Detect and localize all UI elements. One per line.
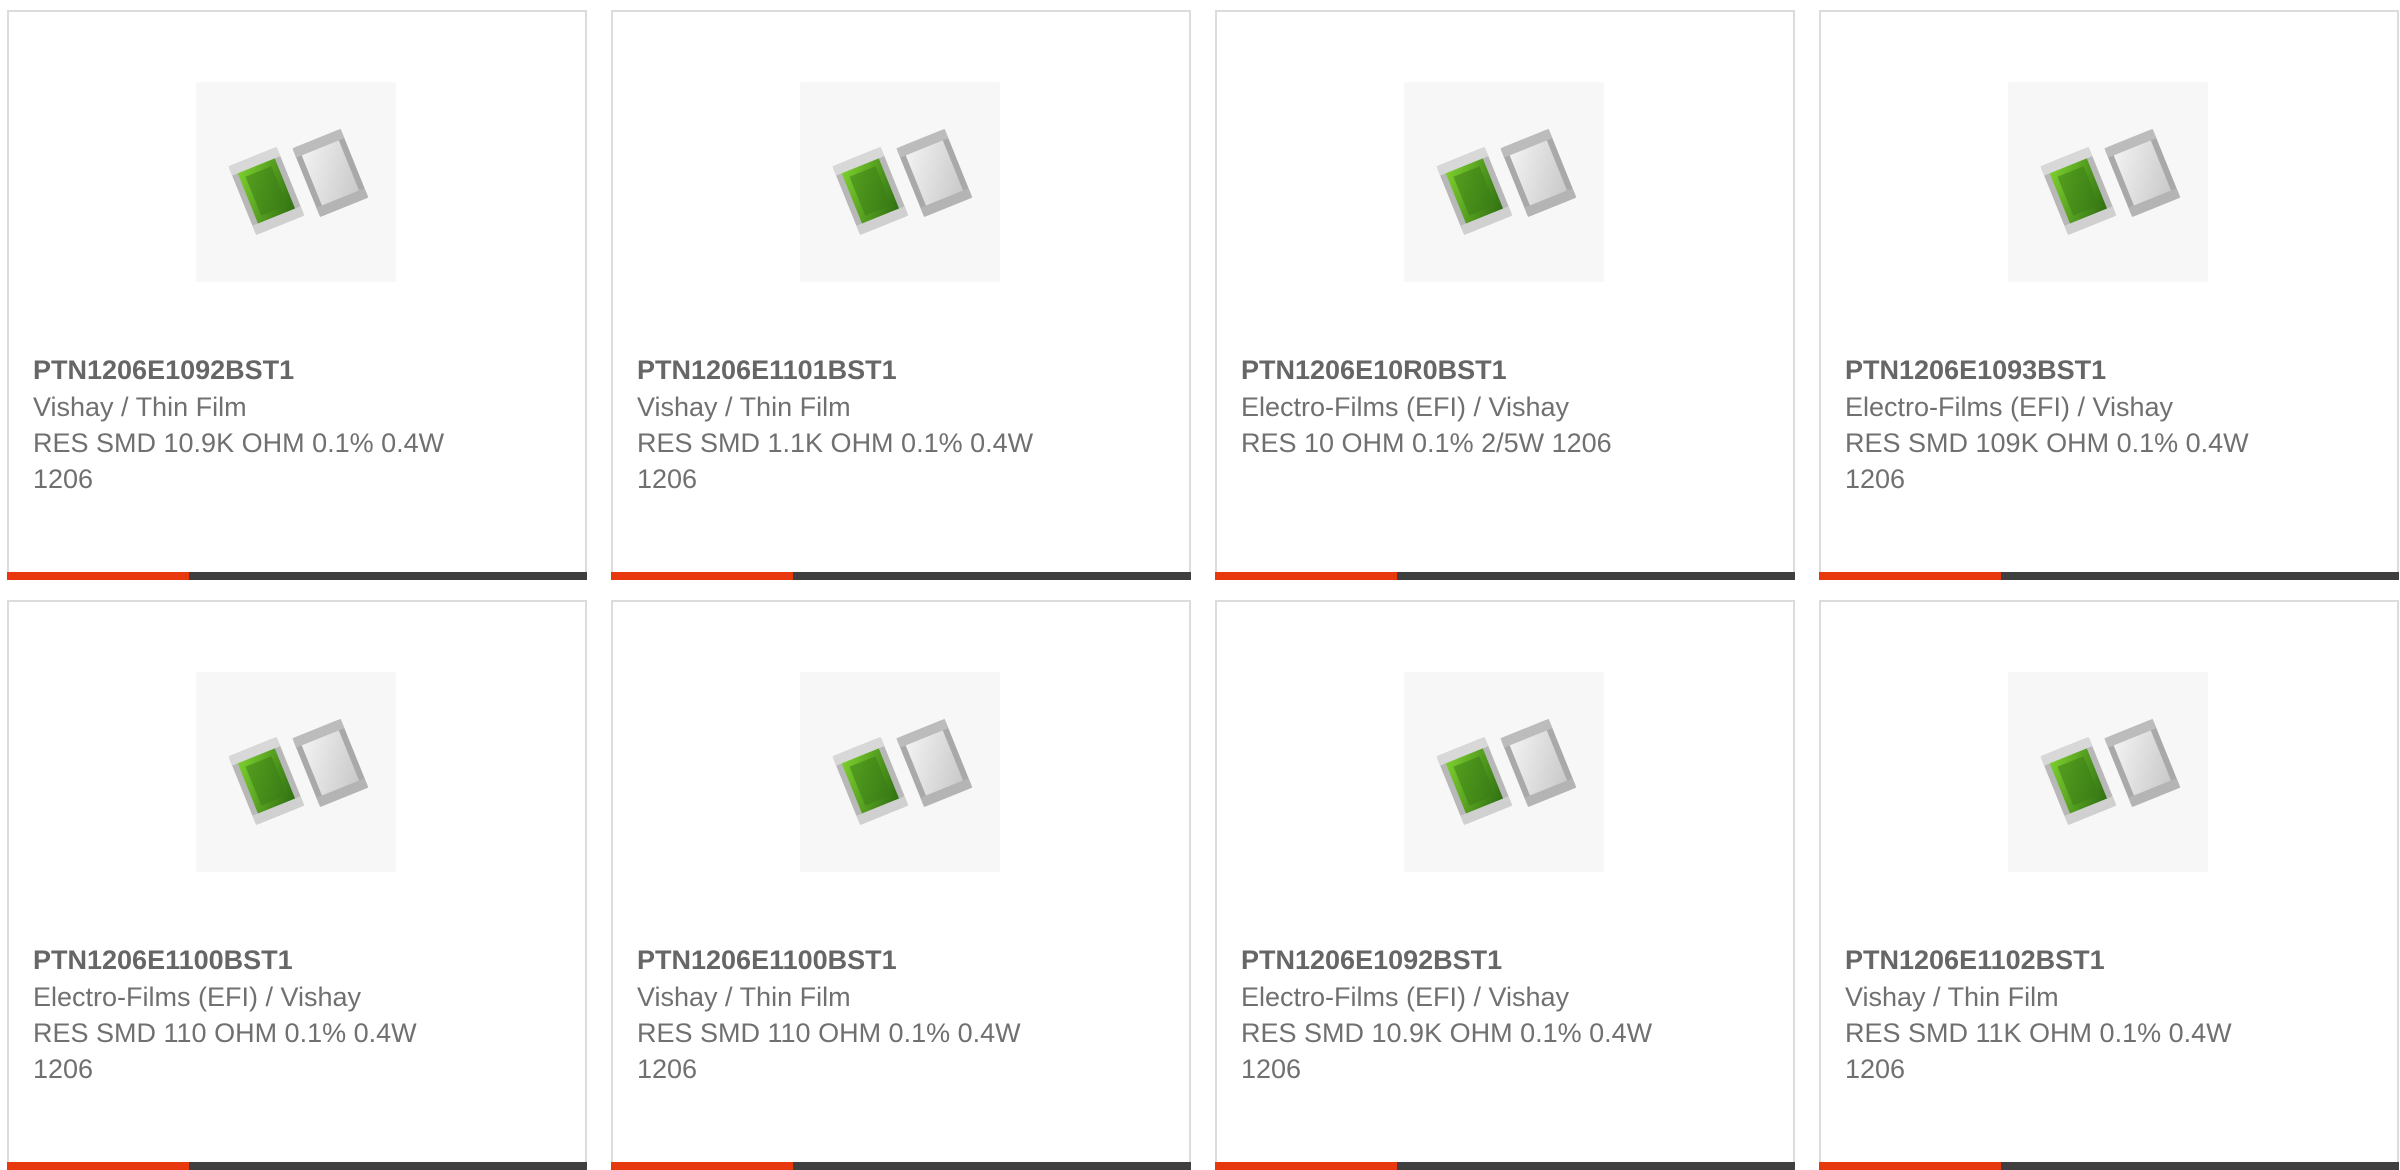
card-footer-accent bbox=[7, 1162, 189, 1170]
smd-resistor-image[interactable] bbox=[2008, 82, 2208, 282]
product-card[interactable]: PTN1206E10R0BST1 Electro-Films (EFI) / V… bbox=[1215, 10, 1795, 580]
product-description: RES SMD 109K OHM 0.1% 0.4W 1206 bbox=[1845, 428, 2249, 494]
card-footer-accent bbox=[7, 572, 189, 580]
part-number[interactable]: PTN1206E1101BST1 bbox=[637, 352, 1077, 388]
manufacturer: Vishay / Thin Film bbox=[1845, 982, 2059, 1012]
product-info: PTN1206E1100BST1 Vishay / Thin Film RES … bbox=[637, 942, 1077, 1087]
product-card[interactable]: PTN1206E1100BST1 Electro-Films (EFI) / V… bbox=[7, 600, 587, 1170]
product-description: RES SMD 10.9K OHM 0.1% 0.4W 1206 bbox=[1241, 1018, 1653, 1084]
part-number[interactable]: PTN1206E1092BST1 bbox=[33, 352, 473, 388]
manufacturer: Vishay / Thin Film bbox=[637, 982, 851, 1012]
part-number[interactable]: PTN1206E1093BST1 bbox=[1845, 352, 2285, 388]
product-card[interactable]: PTN1206E1092BST1 Vishay / Thin Film RES … bbox=[7, 10, 587, 580]
card-footer-accent bbox=[1215, 1162, 1397, 1170]
manufacturer: Electro-Films (EFI) / Vishay bbox=[1845, 392, 2174, 422]
product-info: PTN1206E1092BST1 Electro-Films (EFI) / V… bbox=[1241, 942, 1681, 1087]
product-info: PTN1206E1102BST1 Vishay / Thin Film RES … bbox=[1845, 942, 2285, 1087]
product-description: RES 10 OHM 0.1% 2/5W 1206 bbox=[1241, 428, 1612, 458]
card-footer-bar bbox=[1819, 572, 2399, 580]
card-footer-accent bbox=[1819, 1162, 2001, 1170]
product-info: PTN1206E1092BST1 Vishay / Thin Film RES … bbox=[33, 352, 473, 497]
product-info: PTN1206E1100BST1 Electro-Films (EFI) / V… bbox=[33, 942, 473, 1087]
product-card[interactable]: PTN1206E1100BST1 Vishay / Thin Film RES … bbox=[611, 600, 1191, 1170]
product-description: RES SMD 10.9K OHM 0.1% 0.4W 1206 bbox=[33, 428, 445, 494]
smd-resistor-image[interactable] bbox=[196, 672, 396, 872]
manufacturer: Electro-Films (EFI) / Vishay bbox=[1241, 392, 1570, 422]
card-footer-bar bbox=[7, 572, 587, 580]
manufacturer: Vishay / Thin Film bbox=[637, 392, 851, 422]
product-info: PTN1206E1101BST1 Vishay / Thin Film RES … bbox=[637, 352, 1077, 497]
card-footer-bar bbox=[1215, 572, 1795, 580]
smd-resistor-image[interactable] bbox=[1404, 82, 1604, 282]
smd-resistor-image[interactable] bbox=[196, 82, 396, 282]
product-description: RES SMD 110 OHM 0.1% 0.4W 1206 bbox=[33, 1018, 417, 1084]
product-card[interactable]: PTN1206E1093BST1 Electro-Films (EFI) / V… bbox=[1819, 10, 2399, 580]
smd-resistor-image[interactable] bbox=[1404, 672, 1604, 872]
card-footer-accent bbox=[1819, 572, 2001, 580]
card-footer-bar bbox=[7, 1162, 587, 1170]
card-footer-accent bbox=[1215, 572, 1397, 580]
smd-resistor-image[interactable] bbox=[800, 672, 1000, 872]
smd-resistor-image[interactable] bbox=[2008, 672, 2208, 872]
manufacturer: Vishay / Thin Film bbox=[33, 392, 247, 422]
card-footer-bar bbox=[1819, 1162, 2399, 1170]
card-footer-accent bbox=[611, 1162, 793, 1170]
card-footer-bar bbox=[611, 572, 1191, 580]
product-description: RES SMD 1.1K OHM 0.1% 0.4W 1206 bbox=[637, 428, 1034, 494]
manufacturer: Electro-Films (EFI) / Vishay bbox=[1241, 982, 1570, 1012]
part-number[interactable]: PTN1206E1100BST1 bbox=[637, 942, 1077, 978]
product-info: PTN1206E1093BST1 Electro-Films (EFI) / V… bbox=[1845, 352, 2285, 497]
product-description: RES SMD 11K OHM 0.1% 0.4W 1206 bbox=[1845, 1018, 2232, 1084]
product-info: PTN1206E10R0BST1 Electro-Films (EFI) / V… bbox=[1241, 352, 1681, 461]
part-number[interactable]: PTN1206E1100BST1 bbox=[33, 942, 473, 978]
manufacturer: Electro-Films (EFI) / Vishay bbox=[33, 982, 362, 1012]
product-card[interactable]: PTN1206E1102BST1 Vishay / Thin Film RES … bbox=[1819, 600, 2399, 1170]
card-footer-bar bbox=[611, 1162, 1191, 1170]
product-card[interactable]: PTN1206E1101BST1 Vishay / Thin Film RES … bbox=[611, 10, 1191, 580]
product-description: RES SMD 110 OHM 0.1% 0.4W 1206 bbox=[637, 1018, 1021, 1084]
part-number[interactable]: PTN1206E1102BST1 bbox=[1845, 942, 2285, 978]
part-number[interactable]: PTN1206E10R0BST1 bbox=[1241, 352, 1681, 388]
smd-resistor-image[interactable] bbox=[800, 82, 1000, 282]
product-card[interactable]: PTN1206E1092BST1 Electro-Films (EFI) / V… bbox=[1215, 600, 1795, 1170]
part-number[interactable]: PTN1206E1092BST1 bbox=[1241, 942, 1681, 978]
card-footer-accent bbox=[611, 572, 793, 580]
card-footer-bar bbox=[1215, 1162, 1795, 1170]
product-grid: PTN1206E1092BST1 Vishay / Thin Film RES … bbox=[7, 10, 2400, 1170]
